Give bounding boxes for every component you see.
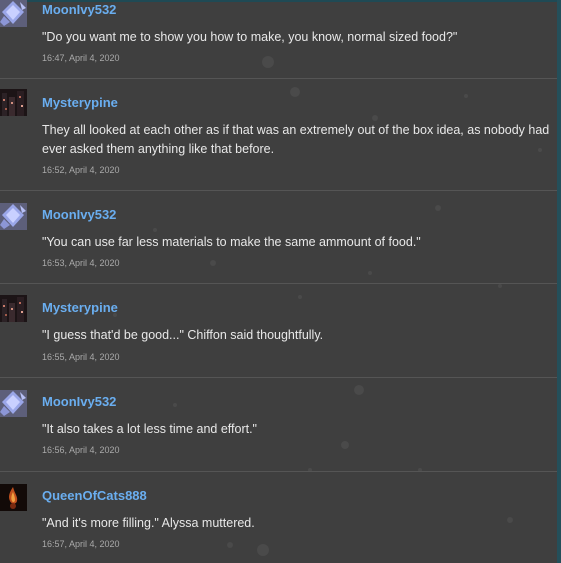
comment-feed: MoonIvy532 "Do you want me to show you h… bbox=[0, 0, 557, 562]
comment-author[interactable]: MoonIvy532 bbox=[42, 207, 116, 222]
comment-timestamp: 16:47, April 4, 2020 bbox=[42, 53, 120, 63]
dark-city-avatar-icon[interactable] bbox=[0, 89, 27, 116]
crystal-avatar-icon[interactable] bbox=[0, 390, 27, 417]
comment-item: Mysterypine "I guess that'd be good..." … bbox=[0, 284, 557, 378]
comment-author[interactable]: MoonIvy532 bbox=[42, 2, 116, 17]
comment-text: "I guess that'd be good..." Chiffon said… bbox=[42, 328, 324, 342]
comment-timestamp: 16:53, April 4, 2020 bbox=[42, 258, 120, 268]
comment-text: "It also takes a lot less time and effor… bbox=[42, 422, 257, 436]
comment-text: They all looked at each other as if that… bbox=[42, 123, 550, 156]
comment-timestamp: 16:52, April 4, 2020 bbox=[42, 165, 120, 175]
comment-timestamp: 16:56, April 4, 2020 bbox=[42, 445, 120, 455]
comment-item: Mysterypine They all looked at each othe… bbox=[0, 79, 557, 191]
comment-timestamp: 16:55, April 4, 2020 bbox=[42, 352, 120, 362]
dark-city-avatar-icon[interactable] bbox=[0, 295, 27, 322]
comment-item: MoonIvy532 "Do you want me to show you h… bbox=[0, 0, 557, 79]
comment-text: "Do you want me to show you how to make,… bbox=[42, 30, 458, 44]
comment-text: "You can use far less materials to make … bbox=[42, 235, 421, 249]
comment-author[interactable]: Mysterypine bbox=[42, 95, 118, 110]
crystal-avatar-icon[interactable] bbox=[0, 0, 27, 27]
right-border bbox=[557, 0, 561, 563]
comment-timestamp: 16:57, April 4, 2020 bbox=[42, 539, 120, 549]
comment-author[interactable]: MoonIvy532 bbox=[42, 394, 116, 409]
crystal-avatar-icon[interactable] bbox=[0, 203, 27, 230]
comment-author[interactable]: QueenOfCats888 bbox=[42, 488, 147, 503]
comment-text: "And it's more filling." Alyssa muttered… bbox=[42, 516, 255, 530]
comment-item: MoonIvy532 "It also takes a lot less tim… bbox=[0, 378, 557, 472]
flame-avatar-icon[interactable] bbox=[0, 484, 27, 511]
comment-item: QueenOfCats888 "And it's more filling." … bbox=[0, 472, 557, 562]
comment-author[interactable]: Mysterypine bbox=[42, 300, 118, 315]
comment-item: MoonIvy532 "You can use far less materia… bbox=[0, 191, 557, 284]
